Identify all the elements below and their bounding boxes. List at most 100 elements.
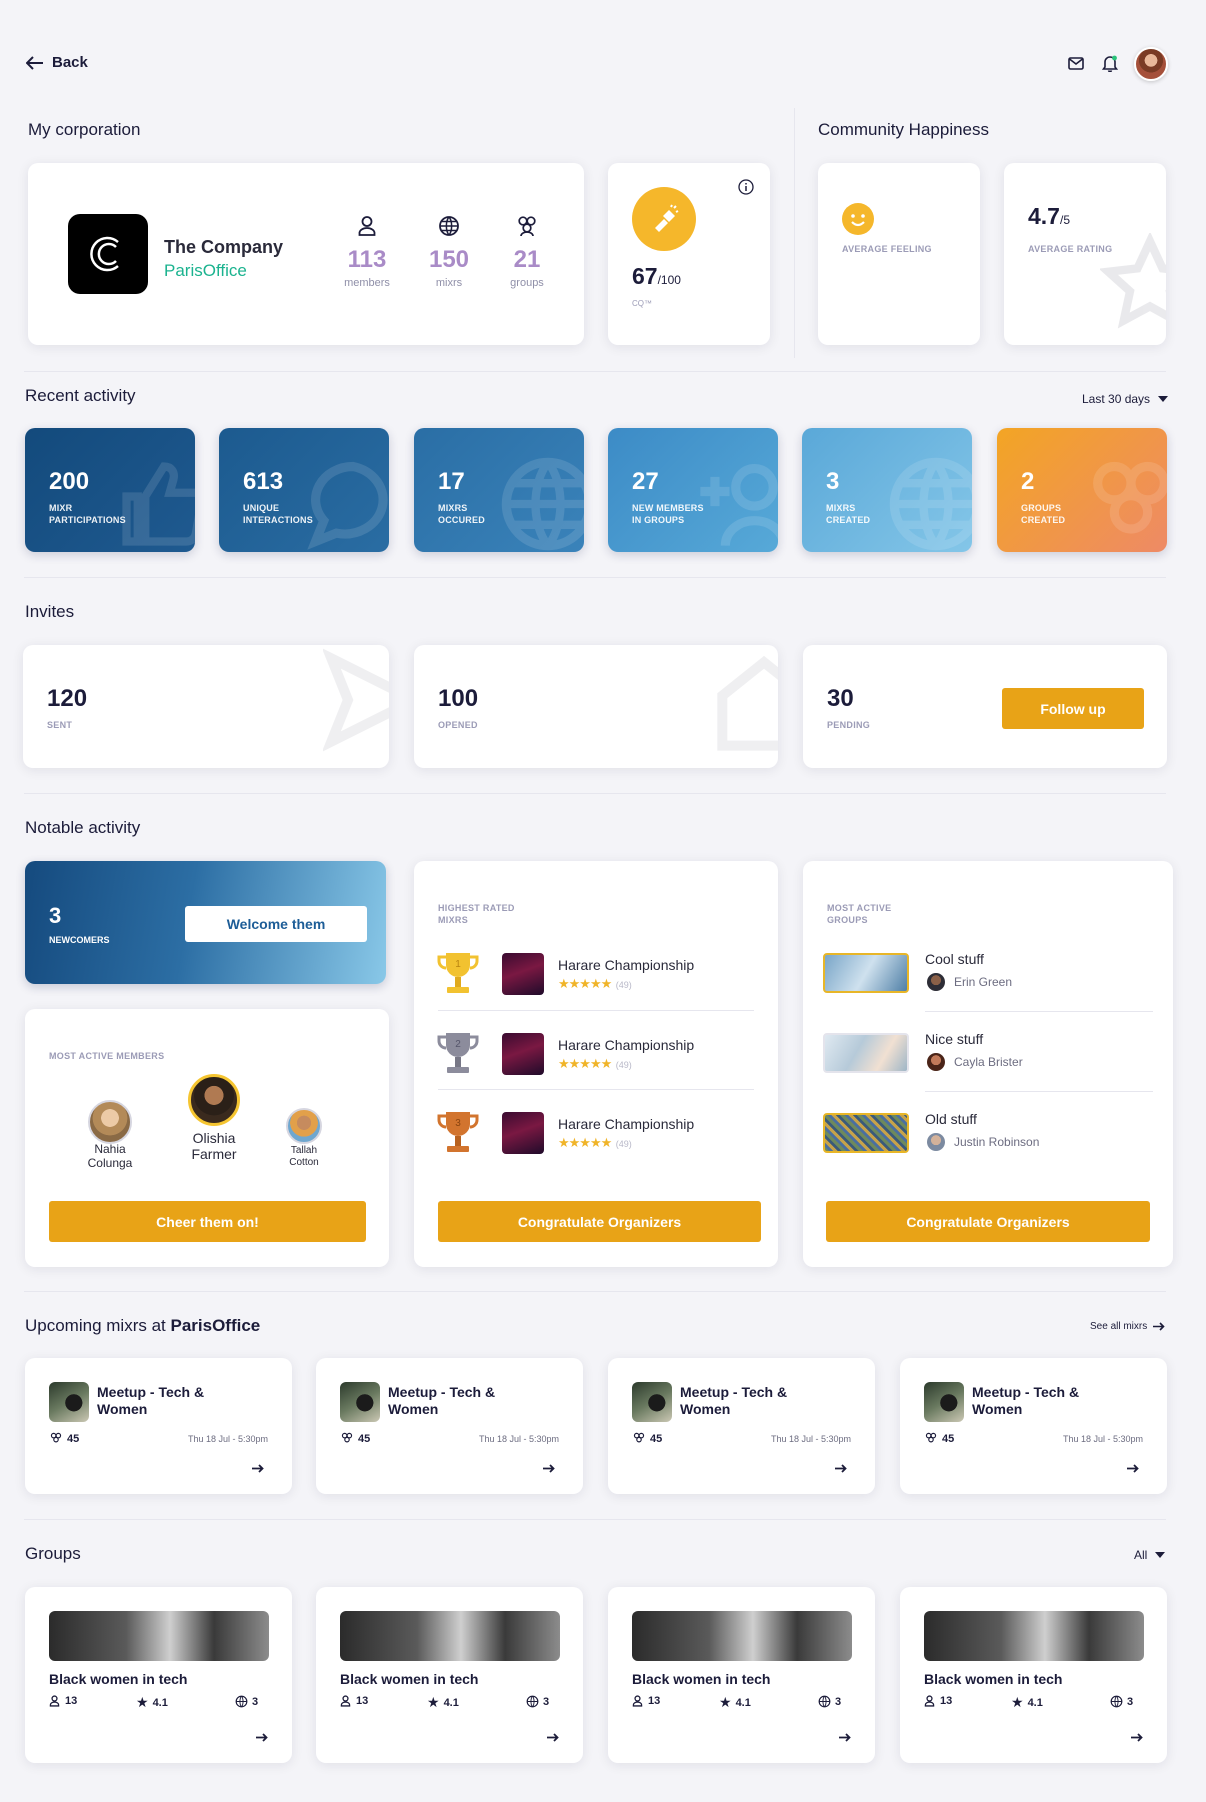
group-mixrs: 3	[1110, 1695, 1133, 1708]
members-title: MOST ACTIVE MEMBERS	[49, 1051, 165, 1061]
tile-new-members[interactable]: 27 NEW MEMBERS IN GROUPS	[608, 428, 778, 552]
rating-value: 4.7	[1028, 203, 1060, 229]
group-person: Justin Robinson	[954, 1135, 1040, 1149]
rated-mixr-row[interactable]: 1 Harare Championship ★★★★★ (49)	[436, 945, 766, 1005]
bell-icon[interactable]	[1102, 54, 1118, 72]
attendee-count: 45	[49, 1432, 79, 1445]
arrow-right-icon[interactable]	[1131, 1733, 1143, 1742]
member-avatar[interactable]	[88, 1100, 132, 1144]
groups-filter-label: All	[1134, 1548, 1148, 1562]
member-name-3: Tallah Cotton	[289, 1145, 319, 1168]
tile-participations[interactable]: 200 MIXR PARTICIPATIONS	[25, 428, 195, 552]
group-row[interactable]: Old stuff Justin Robinson	[823, 1111, 1153, 1161]
see-all-mixrs-link[interactable]: See all mixrs	[1090, 1321, 1165, 1332]
info-icon[interactable]	[738, 179, 754, 195]
tile-participations-label: MIXR PARTICIPATIONS	[49, 503, 126, 525]
stat-mixrs-value: 150	[428, 246, 470, 273]
arrow-right-icon[interactable]	[252, 1464, 264, 1473]
tile-interactions-label: UNIQUE INTERACTIONS	[243, 503, 313, 525]
period-dropdown-label: Last 30 days	[1082, 392, 1151, 406]
upcoming-mixr-card[interactable]: Meetup - Tech & Women 45 Thu 18 Jul - 5:3…	[25, 1358, 292, 1494]
group-thumbnail	[823, 1113, 909, 1153]
arrow-right-icon[interactable]	[835, 1464, 847, 1473]
globe-icon	[818, 1695, 831, 1708]
stat-members-value: 113	[347, 246, 387, 273]
group-cover-image	[632, 1611, 852, 1661]
arrow-right-icon[interactable]	[839, 1733, 851, 1742]
group-mixrs: 3	[526, 1695, 549, 1708]
svg-text:2: 2	[455, 1039, 461, 1050]
tile-mixrs-created-value: 3	[826, 468, 840, 495]
groups-filter-dropdown[interactable]: All	[1134, 1548, 1166, 1562]
paper-plane-icon	[323, 648, 389, 752]
tile-mixrs-occured-label: MIXRS OCCURED	[438, 503, 485, 525]
divider	[438, 1010, 754, 1011]
tile-mixrs-created[interactable]: 3 MIXRS CREATED	[802, 428, 972, 552]
feeling-card: AVERAGE FEELING	[818, 163, 980, 345]
group-mixrs: 3	[818, 1695, 841, 1708]
rated-mixr-row[interactable]: 3 Harare Championship ★★★★★ (49)	[436, 1104, 766, 1164]
mixr-thumbnail	[632, 1382, 672, 1422]
rated-mixr-row[interactable]: 2 Harare Championship ★★★★★ (49)	[436, 1025, 766, 1085]
upcoming-mixr-card[interactable]: Meetup - Tech & Women 45 Thu 18 Jul - 5:3…	[316, 1358, 583, 1494]
company-logo-icon	[90, 236, 119, 272]
stat-members-label: members	[344, 277, 390, 289]
arrow-right-icon[interactable]	[1127, 1464, 1139, 1473]
rating-card: 4.7/5 AVERAGE RATING	[1004, 163, 1166, 345]
tile-mixrs-created-label: MIXRS CREATED	[826, 503, 871, 525]
period-dropdown[interactable]: Last 30 days	[1082, 392, 1169, 406]
tile-participations-value: 200	[49, 468, 90, 495]
upcoming-mixr-card[interactable]: Meetup - Tech & Women 45 Thu 18 Jul - 5:3…	[900, 1358, 1167, 1494]
group-row[interactable]: Nice stuff Cayla Brister	[823, 1031, 1153, 1081]
stat-members: 113 members	[330, 215, 404, 289]
tile-groups-created-label: GROUPS CREATED	[1021, 503, 1066, 525]
rating-suffix: /5	[1059, 213, 1070, 227]
tile-mixrs-occured-value: 17	[438, 468, 465, 495]
arrow-right-icon[interactable]	[256, 1733, 268, 1742]
congratulate-organizers-button[interactable]: Congratulate Organizers	[438, 1201, 761, 1242]
gold-trophy-icon: 1	[437, 953, 479, 993]
group-card[interactable]: Black women in tech 13 ★ 4.1 3	[316, 1587, 583, 1763]
mixr-thumbnail	[49, 1382, 89, 1422]
user-avatar[interactable]	[1134, 47, 1168, 81]
mixr-name: Harare Championship	[558, 1037, 695, 1053]
tile-mixrs-occured[interactable]: 17 MIXRS OCCURED	[414, 428, 584, 552]
group-card[interactable]: Black women in tech 13 ★ 4.1 3	[25, 1587, 292, 1763]
group-icon	[518, 216, 536, 237]
member-avatar[interactable]	[286, 1108, 322, 1144]
upcoming-title: Upcoming mixrs at ParisOffice	[25, 1316, 261, 1335]
back-link[interactable]: Back	[26, 54, 88, 71]
active-groups-card: MOST ACTIVE GROUPS Cool stuff Erin Green …	[803, 861, 1173, 1267]
group-title: Black women in tech	[632, 1671, 771, 1687]
cq-suffix: /100	[657, 273, 681, 287]
tile-groups-created[interactable]: 2 GROUPS CREATED	[997, 428, 1167, 552]
member-avatar-featured[interactable]	[188, 1074, 240, 1126]
group-card[interactable]: Black women in tech 13 ★ 4.1 3	[608, 1587, 875, 1763]
opened-label: OPENED	[438, 720, 478, 730]
thumbs-up-icon	[122, 462, 195, 546]
group-name: Cool stuff	[925, 951, 984, 967]
arrow-right-icon[interactable]	[547, 1733, 559, 1742]
star-icon: ★	[719, 1694, 732, 1710]
mail-icon[interactable]	[1068, 57, 1084, 70]
mixr-date: Thu 18 Jul - 5:30pm	[187, 1434, 268, 1444]
group-card[interactable]: Black women in tech 13 ★ 4.1 3	[900, 1587, 1167, 1763]
arrow-right-icon[interactable]	[543, 1464, 555, 1473]
tile-interactions-value: 613	[243, 468, 284, 495]
company-logo	[68, 214, 148, 294]
group-members: 13	[340, 1695, 368, 1707]
upcoming-mixr-card[interactable]: Meetup - Tech & Women 45 Thu 18 Jul - 5:3…	[608, 1358, 875, 1494]
member-name-1: Nahia Colunga	[87, 1142, 133, 1170]
cheer-them-on-button[interactable]: Cheer them on!	[49, 1201, 366, 1242]
group-row[interactable]: Cool stuff Erin Green	[823, 951, 1153, 1001]
follow-up-button[interactable]: Follow up	[1002, 688, 1144, 729]
bronze-trophy-icon: 3	[437, 1112, 479, 1152]
congratulate-organizers-button[interactable]: Congratulate Organizers	[826, 1201, 1150, 1242]
star-icon: ★	[1011, 1694, 1024, 1710]
invites-pending-card: 30 PENDING Follow up	[803, 645, 1167, 768]
welcome-them-button[interactable]: Welcome them	[185, 906, 367, 942]
tile-interactions[interactable]: 613 UNIQUE INTERACTIONS	[219, 428, 389, 552]
mixr-rating: ★★★★★ (49)	[558, 1135, 632, 1150]
group-watermark-icon	[1093, 461, 1167, 534]
open-envelope-icon	[717, 655, 778, 751]
